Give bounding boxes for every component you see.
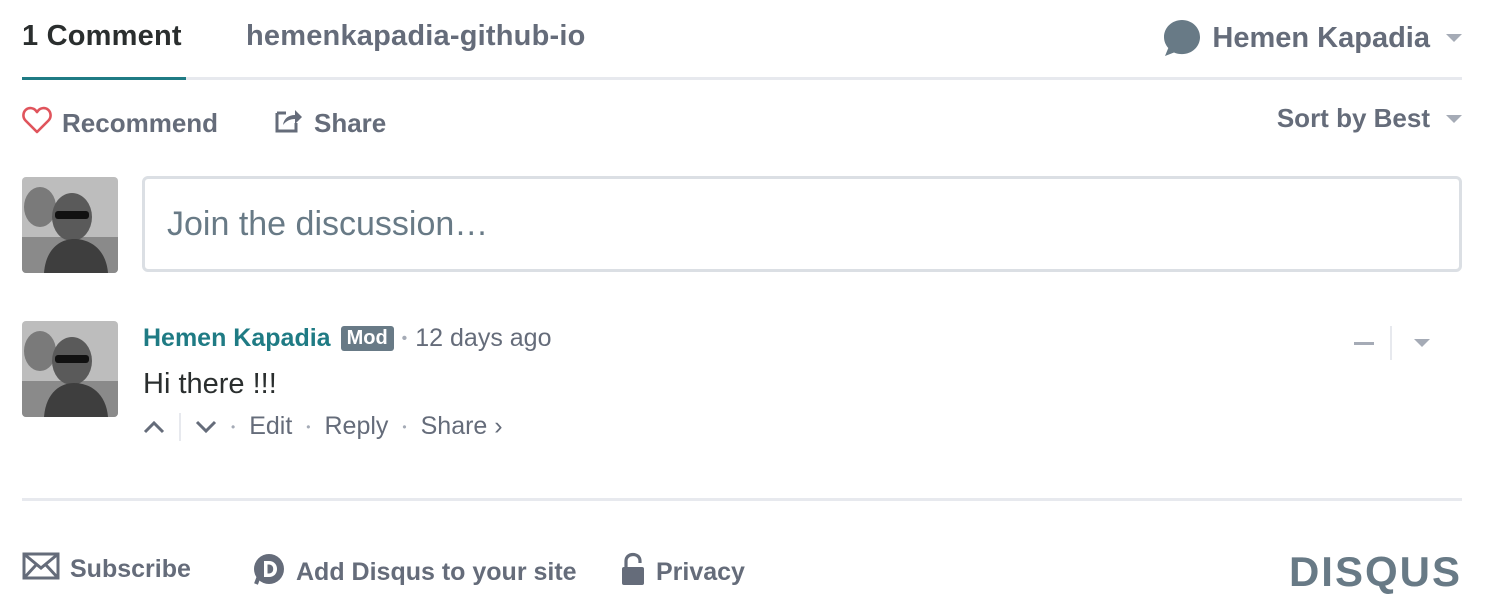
separator-dot: •	[306, 419, 311, 434]
tab-forum[interactable]: hemenkapadia-github-io	[246, 20, 586, 53]
comment-body: Hi there !!!	[143, 368, 277, 400]
sort-dropdown[interactable]: Sort by Best	[1277, 103, 1462, 134]
add-disqus-link[interactable]: Add Disqus to your site	[252, 552, 577, 593]
privacy-label: Privacy	[656, 558, 745, 586]
user-menu[interactable]: Hemen Kapadia	[1162, 18, 1462, 58]
footer: Subscribe Add Disqus to your site Privac…	[22, 548, 1462, 595]
comment-input[interactable]: Join the discussion…	[142, 176, 1462, 272]
comment-header: Hemen Kapadia Mod • 12 days ago	[143, 324, 551, 353]
reply-link[interactable]: Reply	[325, 412, 389, 441]
comment-actions: • Edit • Reply • Share ›	[143, 412, 503, 441]
sort-label: Sort by Best	[1276, 103, 1430, 133]
chevron-up-icon	[143, 420, 165, 434]
recommend-button[interactable]: Recommend	[22, 106, 218, 141]
disqus-logo[interactable]: DISQUS	[1289, 548, 1462, 596]
envelope-icon	[22, 552, 60, 587]
active-tab-indicator	[22, 77, 186, 80]
controls-divider	[1390, 326, 1392, 360]
comment-composer: Join the discussion…	[22, 176, 1462, 274]
comment-controls	[1354, 326, 1430, 360]
comment-timestamp[interactable]: 12 days ago	[415, 324, 551, 353]
share-icon	[274, 106, 304, 141]
vote-divider	[179, 412, 181, 441]
disqus-d-icon	[252, 552, 286, 593]
share-thread-button[interactable]: Share	[274, 106, 386, 141]
upvote-button[interactable]	[143, 412, 165, 441]
separator-dot: •	[401, 329, 408, 347]
thread-toolbar: Recommend Share Sort by Best	[22, 100, 1462, 144]
add-disqus-label: Add Disqus to your site	[296, 558, 577, 586]
recommend-label: Recommend	[62, 108, 219, 138]
footer-divider	[22, 498, 1462, 501]
subscribe-label: Subscribe	[70, 555, 191, 583]
avatar[interactable]	[22, 321, 118, 417]
edit-link[interactable]: Edit	[249, 412, 292, 441]
chevron-down-icon	[1446, 34, 1462, 42]
chat-bubble-icon	[1162, 18, 1202, 58]
share-label: Share	[314, 108, 387, 138]
chevron-down-icon[interactable]	[1414, 339, 1430, 347]
avatar	[22, 177, 118, 273]
user-name: Hemen Kapadia	[1212, 21, 1430, 54]
minus-icon[interactable]	[1354, 341, 1374, 345]
chevron-down-icon	[1446, 114, 1462, 123]
share-comment-link[interactable]: Share ›	[421, 412, 503, 441]
comments-nav: 1 Comment hemenkapadia-github-io Hemen K…	[22, 0, 1462, 80]
separator-dot: •	[402, 419, 407, 434]
comment-author[interactable]: Hemen Kapadia	[143, 324, 331, 353]
lock-icon	[620, 552, 646, 593]
tab-comments[interactable]: 1 Comment	[22, 20, 182, 53]
chevron-down-icon	[195, 420, 217, 434]
subscribe-link[interactable]: Subscribe	[22, 552, 191, 587]
privacy-link[interactable]: Privacy	[620, 552, 745, 593]
downvote-button[interactable]	[195, 412, 217, 441]
heart-icon	[22, 106, 52, 141]
comment-item: Hemen Kapadia Mod • 12 days ago Hi there…	[22, 320, 1462, 450]
separator-dot: •	[231, 419, 236, 434]
mod-badge: Mod	[340, 326, 394, 351]
